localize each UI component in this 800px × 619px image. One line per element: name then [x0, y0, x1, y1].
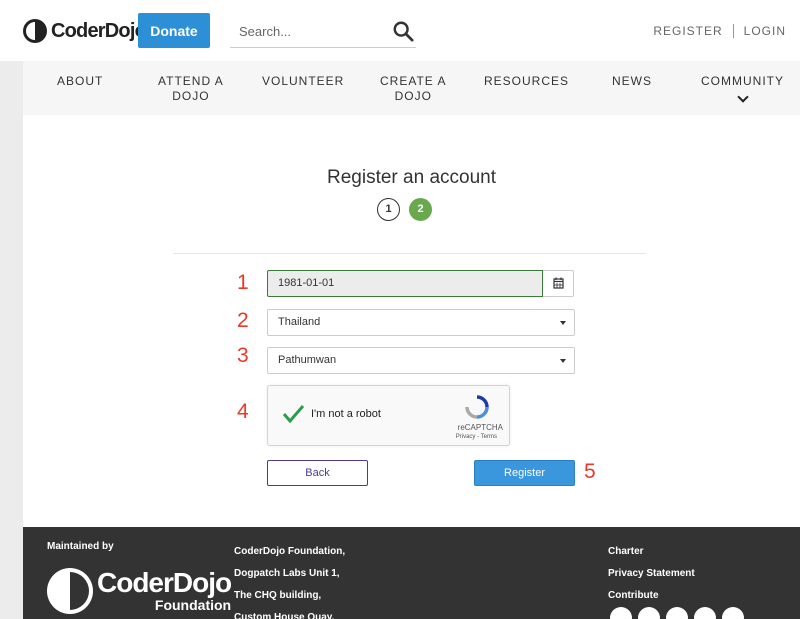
country-select-value: Thailand [278, 316, 321, 328]
donate-button[interactable]: Donate [138, 13, 210, 48]
logo-text: CoderDojo [51, 19, 147, 42]
address-line: Dogpatch Labs Unit 1, [234, 568, 340, 579]
nav-item-volunteer[interactable]: VOLUNTEER [262, 74, 344, 89]
calendar-button[interactable] [543, 270, 574, 297]
annotation-number-3: 3 [237, 344, 249, 367]
facebook-icon[interactable] [638, 607, 660, 619]
search-input[interactable] [239, 21, 389, 41]
captcha-label: I'm not a robot [311, 408, 381, 420]
page-title: Register an account [327, 167, 496, 188]
annotation-number-1: 1 [237, 271, 249, 294]
recaptcha-links[interactable]: Privacy - Terms [456, 434, 497, 440]
nav-item-community-label: COMMUNITY [701, 74, 784, 88]
email-icon[interactable] [722, 607, 744, 619]
footer-address: CoderDojo Foundation, Dogpatch Labs Unit… [234, 541, 345, 619]
registration-panel: Register an account 1 2 1 1981-01-01 2 T… [23, 115, 800, 527]
footer-links: Charter Privacy Statement Contribute [608, 541, 695, 607]
recaptcha-logo-icon [465, 395, 489, 419]
register-button[interactable]: Register [474, 460, 575, 486]
nav-item-news[interactable]: NEWS [612, 74, 652, 89]
country-select[interactable]: Thailand [267, 309, 575, 336]
calendar-icon [553, 277, 564, 289]
nav-item-resources[interactable]: RESOURCES [484, 74, 569, 89]
date-of-birth-field[interactable]: 1981-01-01 [267, 270, 543, 297]
privacy-statement-link[interactable]: Privacy Statement [608, 563, 695, 585]
step-indicator-1: 1 [377, 198, 400, 221]
social-icons [610, 607, 750, 619]
address-line: The CHQ building, [234, 590, 322, 601]
search-box [230, 13, 416, 48]
contribute-link[interactable]: Contribute [608, 585, 695, 607]
step-indicator-2: 2 [409, 198, 432, 221]
account-links: REGISTER LOGIN [653, 24, 786, 38]
recaptcha-widget: I'm not a robot reCAPTCHA Privacy - Term… [267, 385, 510, 446]
city-select-value: Pathumwan [278, 354, 337, 366]
footer-logo-name: CoderDojo [97, 567, 232, 598]
twitter-icon[interactable] [610, 607, 632, 619]
back-button[interactable]: Back [267, 460, 368, 486]
coderdojo-logo-icon [23, 19, 47, 43]
login-link[interactable]: LOGIN [744, 24, 786, 38]
city-select[interactable]: Pathumwan [267, 347, 575, 374]
main-nav: ABOUT ATTEND A DOJO VOLUNTEER CREATE A D… [23, 61, 800, 115]
address-line: CoderDojo Foundation, [234, 546, 346, 557]
recaptcha-brand: reCAPTCHA [457, 423, 503, 432]
nav-item-attend-a-dojo[interactable]: ATTEND A DOJO [158, 74, 224, 104]
checkmark-icon[interactable] [281, 402, 305, 426]
divider [173, 253, 646, 254]
annotation-number-4: 4 [237, 400, 249, 423]
footer-logo[interactable]: CoderDojo Foundation [47, 567, 232, 614]
annotation-number-5: 5 [584, 460, 596, 483]
caret-down-icon [560, 321, 566, 325]
register-link[interactable]: REGISTER [653, 24, 722, 38]
address-line: Custom House Quay, [234, 612, 335, 619]
coderdojo-logo[interactable]: CoderDojo [23, 17, 147, 45]
separator [732, 24, 734, 38]
coderdojo-foundation-logo-icon [47, 568, 93, 614]
footer-logo-sub: Foundation [154, 597, 232, 613]
annotation-number-2: 2 [237, 309, 249, 332]
nav-item-about[interactable]: ABOUT [57, 74, 103, 89]
site-footer: Maintained by CoderDojo Foundation Coder… [23, 527, 800, 619]
nav-item-create-a-dojo[interactable]: CREATE A DOJO [380, 74, 446, 104]
linkedin-icon[interactable] [694, 607, 716, 619]
maintained-by-label: Maintained by [47, 541, 114, 552]
google-plus-icon[interactable] [666, 607, 688, 619]
caret-down-icon [560, 359, 566, 363]
chevron-down-icon [736, 91, 749, 103]
site-header: CoderDojo Donate REGISTER LOGIN [0, 0, 800, 61]
search-icon[interactable] [392, 20, 414, 42]
charter-link[interactable]: Charter [608, 541, 695, 563]
nav-item-community[interactable]: COMMUNITY [701, 74, 784, 103]
footer-logo-text: CoderDojo Foundation [97, 567, 232, 613]
